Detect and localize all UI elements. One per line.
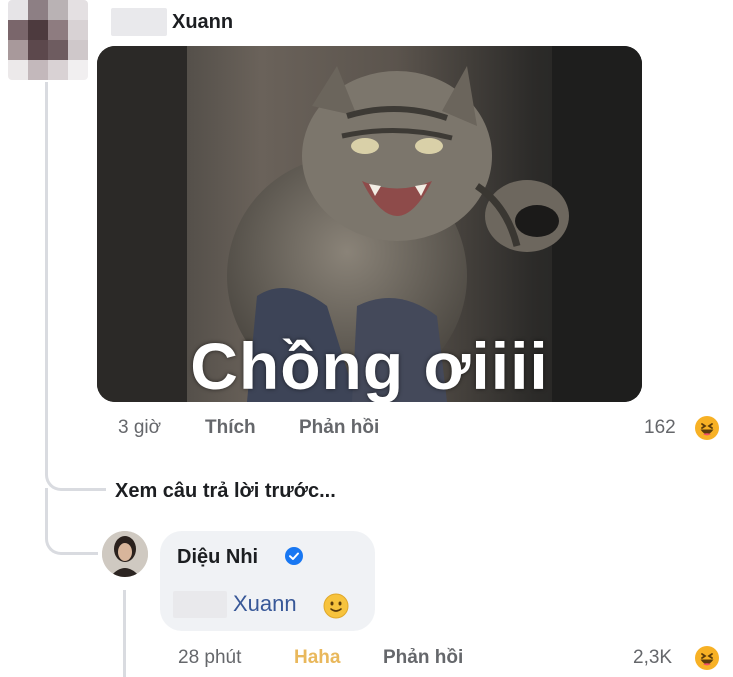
- comment-actions: 3 giờ Thích Phản hồi: [0, 417, 733, 443]
- commenter-avatar[interactable]: [8, 0, 88, 80]
- thread-line: [45, 82, 48, 454]
- mention-link[interactable]: Xuann: [233, 591, 297, 617]
- reply-button[interactable]: Phản hồi: [299, 417, 379, 439]
- meme-caption: Chồng ơiiii: [190, 329, 549, 402]
- smile-emoji-icon: [323, 593, 349, 619]
- comment-time[interactable]: 3 giờ: [118, 417, 161, 439]
- view-previous-replies[interactable]: Xem câu trả lời trước...: [115, 480, 336, 503]
- reply-reaction-count[interactable]: 2,3K: [633, 647, 672, 669]
- reaction-count[interactable]: 162: [644, 417, 676, 439]
- haha-emoji-icon: [695, 646, 719, 670]
- reply-time[interactable]: 28 phút: [178, 647, 241, 669]
- facebook-comment-thread: Xuann Chồng ơiiii 3 giờ Thích Phản hồi 1…: [0, 0, 733, 677]
- verified-badge-icon: [285, 547, 303, 565]
- reply-bubble: Diệu Nhi Xuann: [160, 531, 375, 631]
- blurred-mention-name: [173, 591, 227, 618]
- like-button[interactable]: Thích: [205, 417, 256, 439]
- meme-image[interactable]: Chồng ơiiii: [97, 46, 642, 402]
- thread-connector: [45, 500, 98, 555]
- haha-reaction-button[interactable]: Haha: [294, 647, 340, 669]
- reply-reply-button[interactable]: Phản hồi: [383, 647, 463, 669]
- reply-author-avatar[interactable]: [102, 531, 148, 577]
- thread-connector: [45, 440, 106, 491]
- blurred-name: [111, 8, 167, 36]
- reply-actions: 28 phút Haha Phản hồi: [0, 647, 733, 673]
- comment-author-name[interactable]: Xuann: [172, 11, 233, 34]
- haha-emoji-icon: [695, 416, 719, 440]
- reply-author-name[interactable]: Diệu Nhi: [177, 546, 258, 569]
